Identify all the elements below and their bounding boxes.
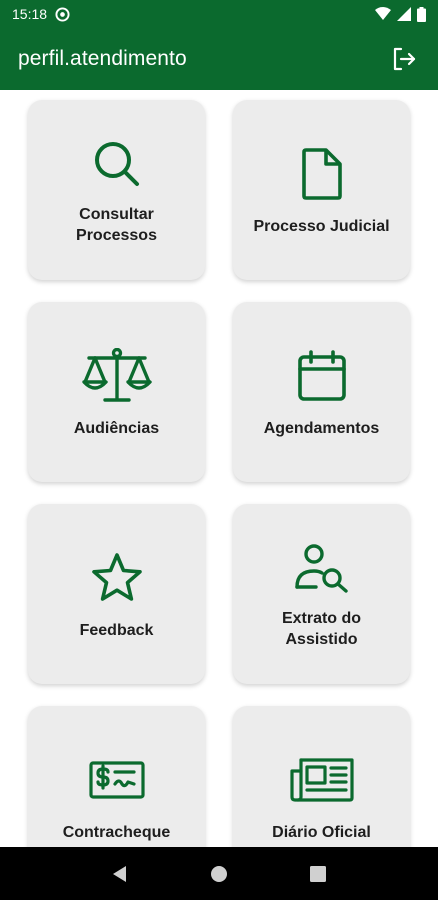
card-label: Consultar Processos xyxy=(76,206,157,244)
feedback-card[interactable]: Feedback xyxy=(28,504,205,684)
user-search-icon xyxy=(294,544,348,593)
recents-button[interactable] xyxy=(298,854,338,894)
sync-icon xyxy=(55,6,70,22)
extrato-do-assistido-card[interactable]: Extrato do Assistido xyxy=(233,504,410,684)
home-button[interactable] xyxy=(199,854,239,894)
consultar-processos-card[interactable]: Consultar Processos xyxy=(28,100,205,280)
logout-button[interactable] xyxy=(388,43,420,75)
card-label: Processo Judicial xyxy=(253,217,390,235)
battery-icon xyxy=(417,6,426,22)
card-label: Diário Oficial xyxy=(272,823,371,841)
home-icon xyxy=(210,865,227,882)
app-bar: perfil.atendimento xyxy=(0,28,438,90)
system-nav-bar xyxy=(0,847,438,900)
star-icon xyxy=(91,552,142,601)
logout-icon xyxy=(393,47,416,71)
agendamentos-card[interactable]: Agendamentos xyxy=(233,302,410,482)
scales-icon xyxy=(81,347,152,402)
calendar-icon xyxy=(297,349,346,401)
status-bar: 15:18 xyxy=(0,0,438,28)
card-label: Agendamentos xyxy=(263,419,380,437)
newspaper-icon xyxy=(289,757,354,802)
audiencias-card[interactable]: Audiências xyxy=(28,302,205,482)
wifi-icon xyxy=(375,7,391,21)
paycheck-icon xyxy=(88,760,145,799)
card-label: Audiências xyxy=(73,419,160,437)
processo-judicial-card[interactable]: Processo Judicial xyxy=(233,100,410,280)
back-button[interactable] xyxy=(100,854,140,894)
recents-icon xyxy=(310,865,327,882)
card-label: Extrato do Assistido xyxy=(281,610,362,648)
status-time: 15:18 xyxy=(12,6,48,22)
card-label: Contracheque xyxy=(62,823,171,841)
contracheque-card[interactable]: Contracheque xyxy=(28,706,205,847)
document-icon xyxy=(301,147,342,200)
card-label: Feedback xyxy=(79,621,154,639)
menu-content: Consultar Processos Processo Judicial Au… xyxy=(0,90,438,847)
signal-icon xyxy=(397,7,411,21)
diario-oficial-card[interactable]: Diário Oficial xyxy=(233,706,410,847)
page-title: perfil.atendimento xyxy=(18,47,187,70)
menu-grid: Consultar Processos Processo Judicial Au… xyxy=(28,100,410,847)
search-icon xyxy=(94,142,139,186)
back-icon xyxy=(112,865,126,882)
